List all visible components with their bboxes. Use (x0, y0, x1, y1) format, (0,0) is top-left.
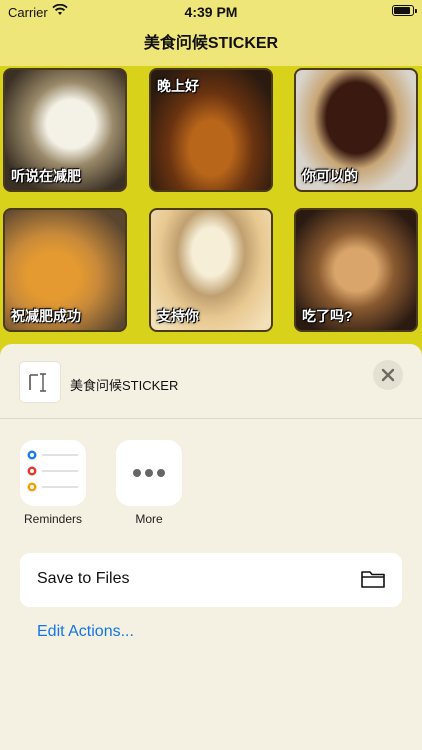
sticker-tile[interactable]: 祝减肥成功 (3, 208, 127, 332)
sticker-caption: 听说在减肥 (11, 168, 81, 184)
edit-actions-link[interactable]: Edit Actions... (37, 623, 134, 641)
navigation-bar: 美食问候STICKER (0, 24, 422, 66)
battery-fill (394, 7, 410, 14)
clock: 4:39 PM (184, 4, 238, 20)
share-sheet-title: 美食问候STICKER (70, 378, 179, 393)
page-title: 美食问候STICKER (143, 35, 279, 52)
share-sheet-header: 美食问候STICKER (0, 344, 422, 419)
close-icon (381, 368, 395, 382)
app-reminders[interactable]: Reminders (20, 440, 86, 526)
reminders-icon (20, 440, 86, 506)
sticker-tile[interactable]: 你可以的 (294, 68, 418, 192)
action-label: Save to Files (37, 570, 130, 587)
share-sheet: 美食问候STICKER Reminders More Save to Files (0, 344, 422, 750)
sticker-tile[interactable]: 晚上好 (149, 68, 273, 192)
sticker-caption: 支持你 (157, 308, 199, 324)
status-bar: Carrier 4:39 PM (0, 0, 422, 24)
sticker-tile[interactable]: 吃了吗? (294, 208, 418, 332)
sticker-tile[interactable]: 支持你 (149, 208, 273, 332)
app-more[interactable]: More (116, 440, 182, 526)
close-button[interactable] (373, 360, 403, 390)
app-label: More (135, 512, 163, 526)
sticker-tile[interactable]: 听说在减肥 (3, 68, 127, 192)
app-label: Reminders (23, 512, 83, 526)
sticker-caption: 你可以的 (302, 168, 358, 184)
sticker-caption: 晚上好 (157, 78, 199, 94)
battery-icon (392, 5, 417, 16)
sticker-caption: 吃了吗? (302, 308, 353, 324)
more-icon (116, 440, 182, 506)
text-document-icon (20, 362, 60, 402)
save-to-files-button[interactable]: Save to Files (20, 553, 402, 607)
sticker-caption: 祝减肥成功 (11, 308, 81, 324)
folder-icon (360, 568, 386, 595)
sticker-grid: 听说在减肥 晚上好 你可以的 祝减肥成功 支持你 吃了吗? (0, 66, 422, 346)
